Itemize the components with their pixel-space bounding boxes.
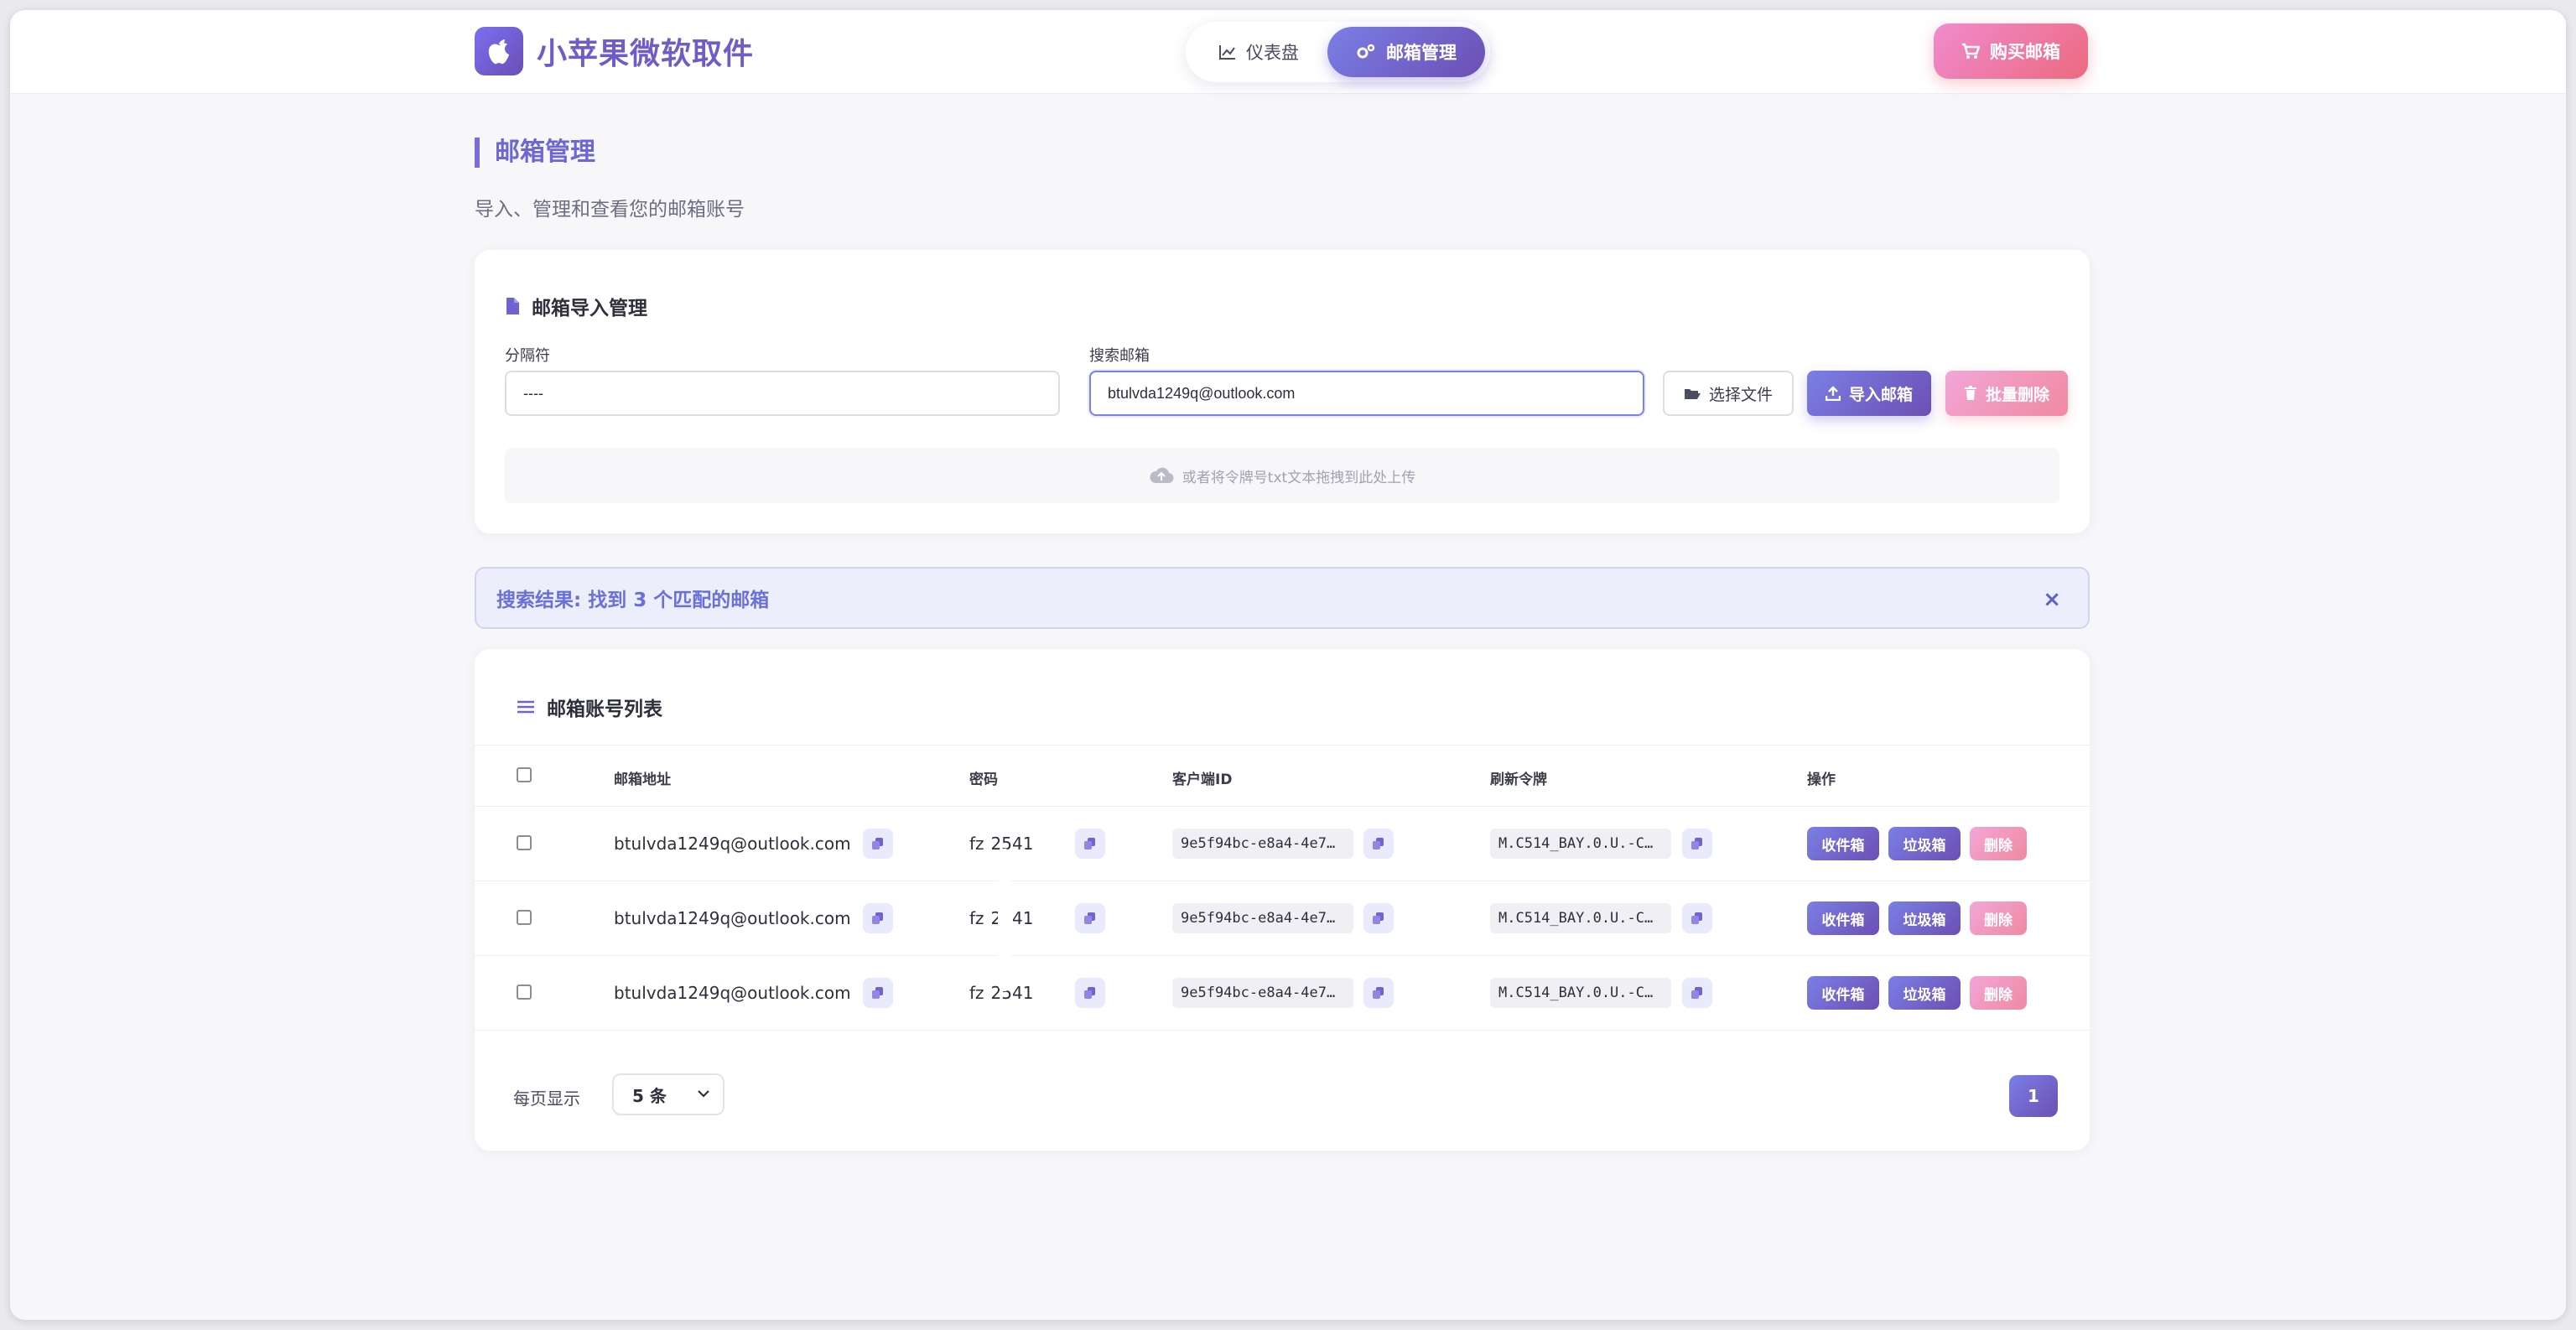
copy-token-icon[interactable] [1682, 903, 1712, 933]
per-page-value: 5 条 [632, 1085, 667, 1106]
copy-client-id-icon[interactable] [1363, 829, 1394, 859]
copy-password-icon[interactable] [1075, 829, 1105, 859]
search-result-banner: 搜索结果: 找到 3 个匹配的邮箱 × [475, 567, 2090, 629]
import-title-text: 邮箱导入管理 [532, 298, 647, 320]
top-navbar: 小苹果微软取件 仪表盘 邮箱管理 购买邮箱 [10, 10, 2566, 94]
select-all-checkbox[interactable] [517, 767, 532, 782]
nav-mailbox-label: 邮箱管理 [1386, 43, 1457, 63]
inbox-button[interactable]: 收件箱 [1807, 827, 1879, 860]
apple-logo-icon [475, 27, 523, 75]
app-window: 小苹果微软取件 仪表盘 邮箱管理 购买邮箱 邮箱管理 导入、管理和查看您的邮箱账… [10, 10, 2566, 1320]
dropzone-hint: 或者将令牌号txt文本拖拽到此处上传 [1182, 469, 1416, 486]
main-nav: 仪表盘 邮箱管理 [1186, 22, 1490, 82]
import-mailbox-label: 导入邮箱 [1848, 385, 1913, 404]
inbox-button[interactable]: 收件箱 [1807, 901, 1879, 935]
page-subtitle: 导入、管理和查看您的邮箱账号 [475, 199, 745, 221]
copy-token-icon[interactable] [1682, 978, 1712, 1008]
column-header-actions: 操作 [1807, 772, 1836, 788]
inbox-button[interactable]: 收件箱 [1807, 976, 1879, 1010]
copy-client-id-icon[interactable] [1363, 903, 1394, 933]
row-refresh-token: M.C514_BAY.0.U.-C… [1490, 978, 1671, 1008]
close-icon[interactable]: × [2043, 587, 2061, 612]
folder-open-icon [1684, 387, 1701, 400]
column-header-password: 密码 [969, 772, 998, 788]
upload-icon [1825, 386, 1841, 401]
nav-mailbox-management[interactable]: 邮箱管理 [1327, 27, 1485, 77]
list-icon [517, 700, 535, 714]
copy-token-icon[interactable] [1682, 829, 1712, 859]
page-title: 邮箱管理 [475, 138, 595, 168]
copy-password-icon[interactable] [1075, 903, 1105, 933]
cart-icon [1961, 43, 1980, 60]
row-checkbox[interactable] [517, 985, 532, 1000]
table-header: 邮箱地址 密码 客户端ID 刷新令牌 操作 [475, 745, 2090, 807]
chevron-down-icon [696, 1085, 711, 1105]
list-title-text: 邮箱账号列表 [547, 699, 662, 720]
choose-file-button[interactable]: 选择文件 [1663, 371, 1794, 416]
table-row: btulvda1249q@outlook.com fz 2541 9e5f94b… [475, 807, 2090, 881]
column-header-refresh-token: 刷新令牌 [1490, 772, 1547, 788]
junk-button[interactable]: 垃圾箱 [1888, 976, 1961, 1010]
buy-mailbox-button[interactable]: 购买邮箱 [1934, 23, 2088, 79]
delete-button[interactable]: 删除 [1970, 901, 2027, 935]
row-refresh-token: M.C514_BAY.0.U.-C… [1490, 829, 1671, 859]
row-refresh-token: M.C514_BAY.0.U.-C… [1490, 903, 1671, 933]
row-checkbox[interactable] [517, 835, 532, 850]
row-client-id: 9e5f94bc-e8a4-4e7… [1172, 978, 1353, 1008]
row-email: btulvda1249q@outlook.com [614, 983, 851, 1003]
per-page-select[interactable]: 5 条 [612, 1073, 724, 1115]
search-result-text: 搜索结果: 找到 3 个匹配的邮箱 [496, 590, 770, 611]
separator-input[interactable] [505, 371, 1060, 416]
search-label: 搜索邮箱 [1089, 347, 1150, 365]
search-input[interactable] [1089, 371, 1644, 416]
nav-dashboard-label: 仪表盘 [1246, 43, 1299, 63]
cloud-upload-icon [1149, 467, 1174, 484]
delete-button[interactable]: 删除 [1970, 976, 2027, 1010]
batch-delete-label: 批量删除 [1985, 385, 2049, 404]
row-email: btulvda1249q@outlook.com [614, 908, 851, 928]
import-mailbox-button[interactable]: 导入邮箱 [1807, 371, 1931, 416]
buy-mailbox-label: 购买邮箱 [1990, 42, 2060, 62]
page-button-current[interactable]: 1 [2009, 1075, 2058, 1117]
column-header-client-id: 客户端ID [1172, 772, 1233, 788]
junk-button[interactable]: 垃圾箱 [1888, 901, 1961, 935]
row-client-id: 9e5f94bc-e8a4-4e7… [1172, 903, 1353, 933]
table-row: btulvda1249q@outlook.com fz 2541 9e5f94b… [475, 956, 2090, 1031]
file-dropzone[interactable]: 或者将令牌号txt文本拖拽到此处上传 [505, 448, 2059, 503]
gears-icon [1356, 44, 1376, 60]
junk-button[interactable]: 垃圾箱 [1888, 827, 1961, 860]
mailbox-list-card: 邮箱账号列表 邮箱地址 密码 客户端ID 刷新令牌 操作 btulvda1249… [475, 649, 2090, 1151]
brand[interactable]: 小苹果微软取件 [475, 27, 754, 75]
nav-dashboard[interactable]: 仪表盘 [1191, 27, 1327, 77]
copy-email-icon[interactable] [863, 829, 893, 859]
row-email: btulvda1249q@outlook.com [614, 834, 851, 854]
row-client-id: 9e5f94bc-e8a4-4e7… [1172, 829, 1353, 859]
import-card: 邮箱导入管理 分隔符 搜索邮箱 选择文件 导入邮箱 批量删除 [475, 250, 2090, 533]
row-checkbox[interactable] [517, 910, 532, 925]
chart-line-icon [1219, 44, 1236, 60]
batch-delete-button[interactable]: 批量删除 [1945, 371, 2068, 416]
copy-email-icon[interactable] [863, 903, 893, 933]
separator-label: 分隔符 [505, 347, 550, 365]
overlay-scrollbar[interactable] [998, 849, 1011, 991]
app-name: 小苹果微软取件 [537, 37, 755, 71]
column-header-email: 邮箱地址 [614, 772, 671, 788]
copy-client-id-icon[interactable] [1363, 978, 1394, 1008]
import-card-title: 邮箱导入管理 [505, 292, 647, 320]
per-page-label: 每页显示 [513, 1088, 580, 1109]
delete-button[interactable]: 删除 [1970, 827, 2027, 860]
list-card-title: 邮箱账号列表 [517, 693, 662, 721]
trash-icon [1964, 386, 1977, 401]
copy-email-icon[interactable] [863, 978, 893, 1008]
table-row: btulvda1249q@outlook.com fz 2541 9e5f94b… [475, 881, 2090, 956]
file-icon [505, 297, 520, 315]
copy-password-icon[interactable] [1075, 978, 1105, 1008]
choose-file-label: 选择文件 [1708, 385, 1773, 404]
